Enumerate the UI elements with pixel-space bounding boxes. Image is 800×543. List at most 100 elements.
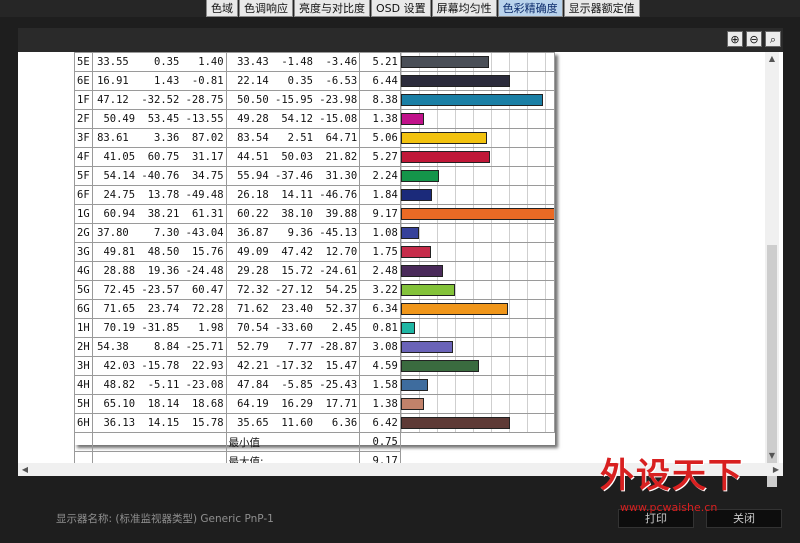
delta-e-bar-cell	[399, 166, 556, 186]
gridline	[508, 148, 510, 166]
patch-id: 1G	[74, 204, 93, 224]
patch-id: 3G	[74, 242, 93, 262]
table-row: 2F 50.49 53.45 -13.55 49.28 54.12 -15.08 1.…	[74, 109, 556, 129]
delta-e-bar-cell	[399, 90, 556, 110]
gridline	[418, 224, 420, 242]
vertical-scrollbar[interactable]: ▲ ▼	[765, 52, 779, 487]
tab-4[interactable]: 屏幕均匀性	[431, 0, 497, 17]
gridline	[544, 148, 546, 166]
measured-lab: 52.79 7.77 -28.87	[225, 337, 361, 357]
gridline	[490, 243, 492, 261]
gridline	[454, 319, 456, 337]
tab-0[interactable]: 色域	[206, 0, 238, 17]
delta-e-bar-cell	[399, 185, 556, 205]
gridline	[508, 224, 510, 242]
tab-1[interactable]: 色调响应	[239, 0, 293, 17]
reference-lab: 49.81 48.50 15.76	[91, 242, 227, 262]
close-button[interactable]: 关闭	[706, 509, 782, 528]
zoom-out-icon[interactable]: ⊖	[746, 31, 762, 47]
reference-lab: 83.61 3.36 87.02	[91, 128, 227, 148]
patch-id: 5G	[74, 280, 93, 300]
gridline	[508, 319, 510, 337]
delta-e-bar	[401, 189, 432, 201]
zoom-in-icon[interactable]: ⊕	[727, 31, 743, 47]
delta-e-bar	[401, 417, 510, 429]
measured-lab: 50.50 -15.95 -23.98	[225, 90, 361, 110]
measured-lab: 71.62 23.40 52.37	[225, 299, 361, 319]
tab-5[interactable]: 色彩精确度	[497, 0, 563, 17]
delta-e-value: 6.42	[359, 413, 401, 433]
gridline	[454, 224, 456, 242]
gridline	[544, 376, 546, 394]
reference-lab: 16.91 1.43 -0.81	[91, 71, 227, 91]
gridline	[544, 395, 546, 413]
measured-lab: 72.32 -27.12 54.25	[225, 280, 361, 300]
delta-e-value: 2.24	[359, 166, 401, 186]
reference-lab: 72.45 -23.57 60.47	[91, 280, 227, 300]
summary-label: 最大值:	[225, 451, 361, 463]
gridline	[526, 72, 528, 90]
measured-lab: 44.51 50.03 21.82	[225, 147, 361, 167]
gridline	[544, 129, 546, 147]
table-row: 1H 70.19 -31.85 1.98 70.54 -33.60 2.45 0.81	[74, 318, 556, 338]
gridline	[454, 262, 456, 280]
delta-e-value: 1.58	[359, 375, 401, 395]
delta-e-value: 8.38	[359, 90, 401, 110]
delta-e-bar	[401, 56, 489, 68]
patch-id: 6H	[74, 413, 93, 433]
delta-e-value: 1.84	[359, 185, 401, 205]
gridline	[436, 395, 438, 413]
gridline	[508, 186, 510, 204]
tab-6[interactable]: 显示器额定值	[563, 0, 640, 17]
patch-id: 2G	[74, 223, 93, 243]
gridline	[472, 224, 474, 242]
scroll-up-icon[interactable]: ▲	[765, 52, 779, 66]
delta-e-bar-cell	[399, 242, 556, 262]
delta-e-bar	[401, 227, 419, 239]
patch-id: 3H	[74, 356, 93, 376]
table-row: 3G 49.81 48.50 15.76 49.09 47.42 12.70 1.75	[74, 242, 556, 262]
delta-e-bar	[401, 284, 455, 296]
delta-e-bar	[401, 246, 431, 258]
watermark-logo: 外设天下	[600, 456, 744, 496]
gridline	[526, 110, 528, 128]
measured-lab: 33.43 -1.48 -3.46	[225, 52, 361, 72]
patch-id: 2F	[74, 109, 93, 129]
gridline	[508, 243, 510, 261]
tab-3[interactable]: OSD 设置	[371, 0, 431, 17]
scroll-left-icon[interactable]: ◀	[18, 463, 32, 476]
patch-id: 6E	[74, 71, 93, 91]
scroll-down-icon[interactable]: ▼	[765, 449, 779, 463]
patch-id: 1H	[74, 318, 93, 338]
delta-e-value: 6.44	[359, 71, 401, 91]
patch-id: 5F	[74, 166, 93, 186]
table-row: 1G 60.94 38.21 61.31 60.22 38.10 39.88 9.17	[74, 204, 556, 224]
gridline	[508, 357, 510, 375]
reference-lab: 65.10 18.14 18.68	[91, 394, 227, 414]
patch-id: 4H	[74, 375, 93, 395]
patch-id: 5H	[74, 394, 93, 414]
table-row: 6H 36.13 14.15 15.78 35.65 11.60 6.36 6.42	[74, 413, 556, 433]
gridline	[508, 167, 510, 185]
gridline	[526, 167, 528, 185]
measured-lab: 47.84 -5.85 -25.43	[225, 375, 361, 395]
gridline	[508, 262, 510, 280]
gridline	[508, 376, 510, 394]
report-page: 5E 33.55 0.35 1.40 33.43 -1.48 -3.46 5.21 6E…	[74, 52, 556, 463]
gridline	[544, 53, 546, 71]
reference-lab: 54.14 -40.76 34.75	[91, 166, 227, 186]
gridline	[472, 186, 474, 204]
reference-lab: 54.38 8.84 -25.71	[91, 337, 227, 357]
table-row: 1F 47.12 -32.52 -28.75 50.50 -15.95 -23.98…	[74, 90, 556, 110]
zoom-fit-icon[interactable]: ⌕	[765, 31, 781, 47]
gridline	[526, 281, 528, 299]
gridline	[508, 300, 510, 318]
tab-2[interactable]: 亮度与对比度	[294, 0, 370, 17]
scroll-right-icon[interactable]: ▶	[769, 463, 783, 476]
reference-lab: 42.03 -15.78 22.93	[91, 356, 227, 376]
reference-lab: 47.12 -32.52 -28.75	[91, 90, 227, 110]
gridline	[526, 319, 528, 337]
delta-e-bar-cell	[399, 413, 556, 433]
measured-lab: 35.65 11.60 6.36	[225, 413, 361, 433]
delta-e-bar-cell	[399, 337, 556, 357]
